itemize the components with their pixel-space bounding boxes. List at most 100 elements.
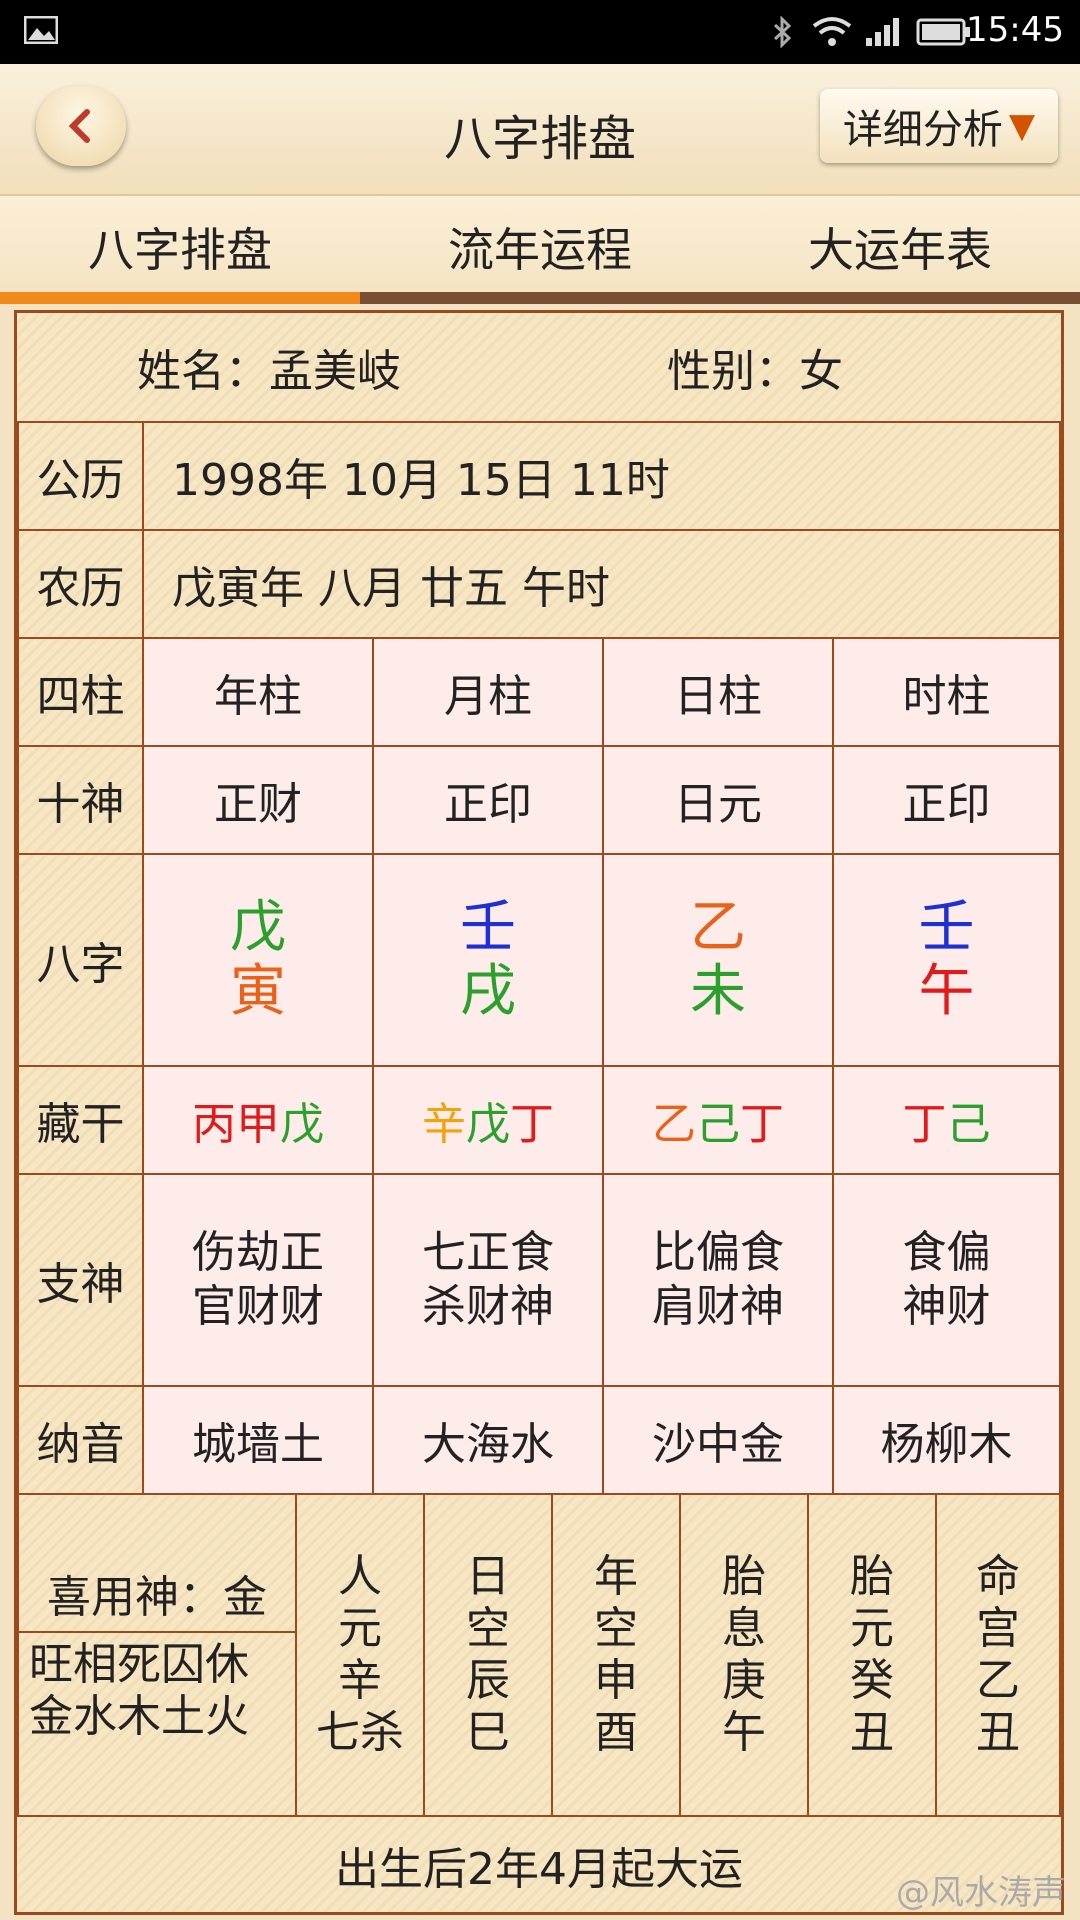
status-time: 15:45: [966, 10, 1064, 50]
branch-gods-hour: 食偏 神财: [832, 1173, 1061, 1387]
stem-char: 壬: [918, 895, 975, 960]
bluetooth-icon: [772, 15, 794, 55]
info-column: 日空辰巳: [423, 1493, 553, 1817]
nayin-label: 纳音: [17, 1385, 144, 1495]
info-column-char: 午: [722, 1707, 766, 1758]
info-column: 人元辛七杀: [295, 1493, 425, 1817]
lunar-date: 戊寅年 八月 廿五 午时: [142, 529, 1061, 639]
tab-bazi-chart[interactable]: 八字排盘: [0, 214, 360, 280]
hidden-stem-char: 戊: [466, 1099, 510, 1150]
status-bar: 15:45: [0, 0, 1080, 64]
wifi-icon: [812, 16, 852, 55]
info-column-char: 酉: [594, 1707, 638, 1758]
signal-icon: [864, 16, 900, 55]
ten-gods-label: 十神: [17, 745, 144, 855]
info-column: 胎息庚午: [679, 1493, 809, 1817]
branch-gods-line: 神财: [902, 1281, 991, 1332]
hidden-stem-char: 甲: [236, 1099, 280, 1150]
bazi-day: 乙 未: [602, 853, 834, 1067]
solar-label: 公历: [17, 421, 144, 531]
pillar-hour: 时柱: [832, 637, 1061, 747]
solar-date: 1998年 10月 15日 11时: [142, 421, 1061, 531]
branch-gods-day: 比偏食 肩财神: [602, 1173, 834, 1387]
stem-char: 乙: [690, 895, 746, 960]
branch-gods-line: 比偏食: [652, 1227, 784, 1278]
ten-god-year: 正财: [142, 745, 374, 855]
gallery-icon: [23, 15, 59, 51]
branch-gods-year: 伤劫正 官财财: [142, 1173, 374, 1387]
ten-god-hour: 正印: [832, 745, 1061, 855]
info-column-char: 息: [722, 1603, 766, 1654]
info-column-char: 元: [850, 1603, 894, 1654]
branch-gods-line: 肩财神: [652, 1281, 784, 1332]
branch-gods-month: 七正食 杀财神: [372, 1173, 604, 1387]
info-column-char: 日: [466, 1551, 510, 1602]
pillars-label: 四柱: [17, 637, 144, 747]
dropdown-arrow-icon: ▼: [1008, 106, 1036, 146]
hidden-stem-char: 丁: [740, 1099, 784, 1150]
nayin-day: 沙中金: [602, 1385, 834, 1495]
pillar-day: 日柱: [602, 637, 834, 747]
useful-god-text: 喜用神：金: [19, 1495, 295, 1633]
info-column-char: 年: [594, 1551, 638, 1602]
info-column-char: 宫: [976, 1603, 1020, 1654]
hidden-stem-char: 己: [946, 1099, 991, 1150]
info-column-char: 空: [466, 1603, 510, 1654]
tab-yearly-fortune[interactable]: 流年运程: [360, 214, 720, 280]
bazi-label: 八字: [17, 853, 144, 1067]
info-column-char: 七杀: [316, 1707, 404, 1758]
detail-analysis-label: 详细分析: [842, 107, 1003, 153]
hidden-stems-year: 丙甲戊: [142, 1065, 374, 1175]
branch-gods-line: 七正食: [422, 1227, 554, 1278]
bazi-year: 戊 寅: [142, 853, 374, 1067]
hidden-stem-char: 己: [696, 1099, 740, 1150]
stem-char: 戊: [230, 895, 286, 960]
info-column-char: 空: [594, 1603, 638, 1654]
detail-analysis-button[interactable]: 详细分析 ▼: [820, 89, 1058, 163]
info-column-char: 胎: [850, 1551, 894, 1602]
active-tab-indicator: [0, 292, 360, 304]
bazi-month: 壬 戌: [372, 853, 604, 1067]
tab-decade-table[interactable]: 大运年表: [720, 214, 1080, 280]
info-column-char: 命: [976, 1551, 1020, 1602]
season-line: 旺相死囚休: [29, 1639, 249, 1690]
info-column: 命宫乙丑: [935, 1493, 1061, 1817]
branch-gods-line: 官财财: [192, 1281, 324, 1332]
info-column-char: 巳: [466, 1707, 510, 1758]
branch-char: 未: [690, 959, 746, 1024]
nayin-hour: 杨柳木: [832, 1385, 1061, 1495]
info-column-char: 庚: [722, 1655, 766, 1706]
info-column: 年空申酉: [551, 1493, 681, 1817]
info-column: 胎元癸丑: [807, 1493, 937, 1817]
branch-char: 寅: [230, 959, 286, 1024]
info-column-char: 癸: [850, 1655, 894, 1706]
app-bar: 八字排盘 详细分析 ▼: [0, 64, 1080, 196]
hidden-stems-label: 藏干: [17, 1065, 144, 1175]
info-column-char: 元: [338, 1603, 382, 1654]
branch-gods-line: 食偏: [902, 1227, 991, 1278]
hidden-stem-char: 乙: [652, 1099, 696, 1150]
battery-icon: [916, 16, 972, 55]
nayin-year: 城墙土: [142, 1385, 374, 1495]
tab-bar: 八字排盘 流年运程 大运年表: [0, 196, 1080, 292]
hidden-stems-day: 乙己丁: [602, 1065, 834, 1175]
gender-text: 性别：女: [667, 346, 843, 397]
nayin-month: 大海水: [372, 1385, 604, 1495]
info-column-char: 丑: [976, 1707, 1020, 1758]
info-column-char: 丑: [850, 1707, 894, 1758]
watermark-text: @风水涛声: [896, 1873, 1066, 1913]
bazi-hour: 壬 午: [832, 853, 1061, 1067]
lunar-label: 农历: [17, 529, 144, 639]
season-line: 金水木土火: [29, 1691, 249, 1742]
branch-gods-line: 杀财神: [422, 1281, 554, 1332]
pillar-year: 年柱: [142, 637, 374, 747]
name-gender-row: 姓名：孟美岐 性别：女: [17, 313, 1061, 423]
info-column-char: 人: [338, 1551, 382, 1602]
hidden-stem-char: 丁: [510, 1099, 554, 1150]
hidden-stem-char: 丙: [192, 1099, 236, 1150]
hidden-stem-char: 戊: [280, 1099, 324, 1150]
bazi-board: 姓名：孟美岐 性别：女 公历 1998年 10月 15日 11时 农历 戊寅年 …: [14, 310, 1064, 1915]
hidden-stems-hour: 丁己: [832, 1065, 1061, 1175]
hidden-stem-char: 丁: [902, 1099, 947, 1150]
branch-gods-label: 支神: [17, 1173, 144, 1387]
